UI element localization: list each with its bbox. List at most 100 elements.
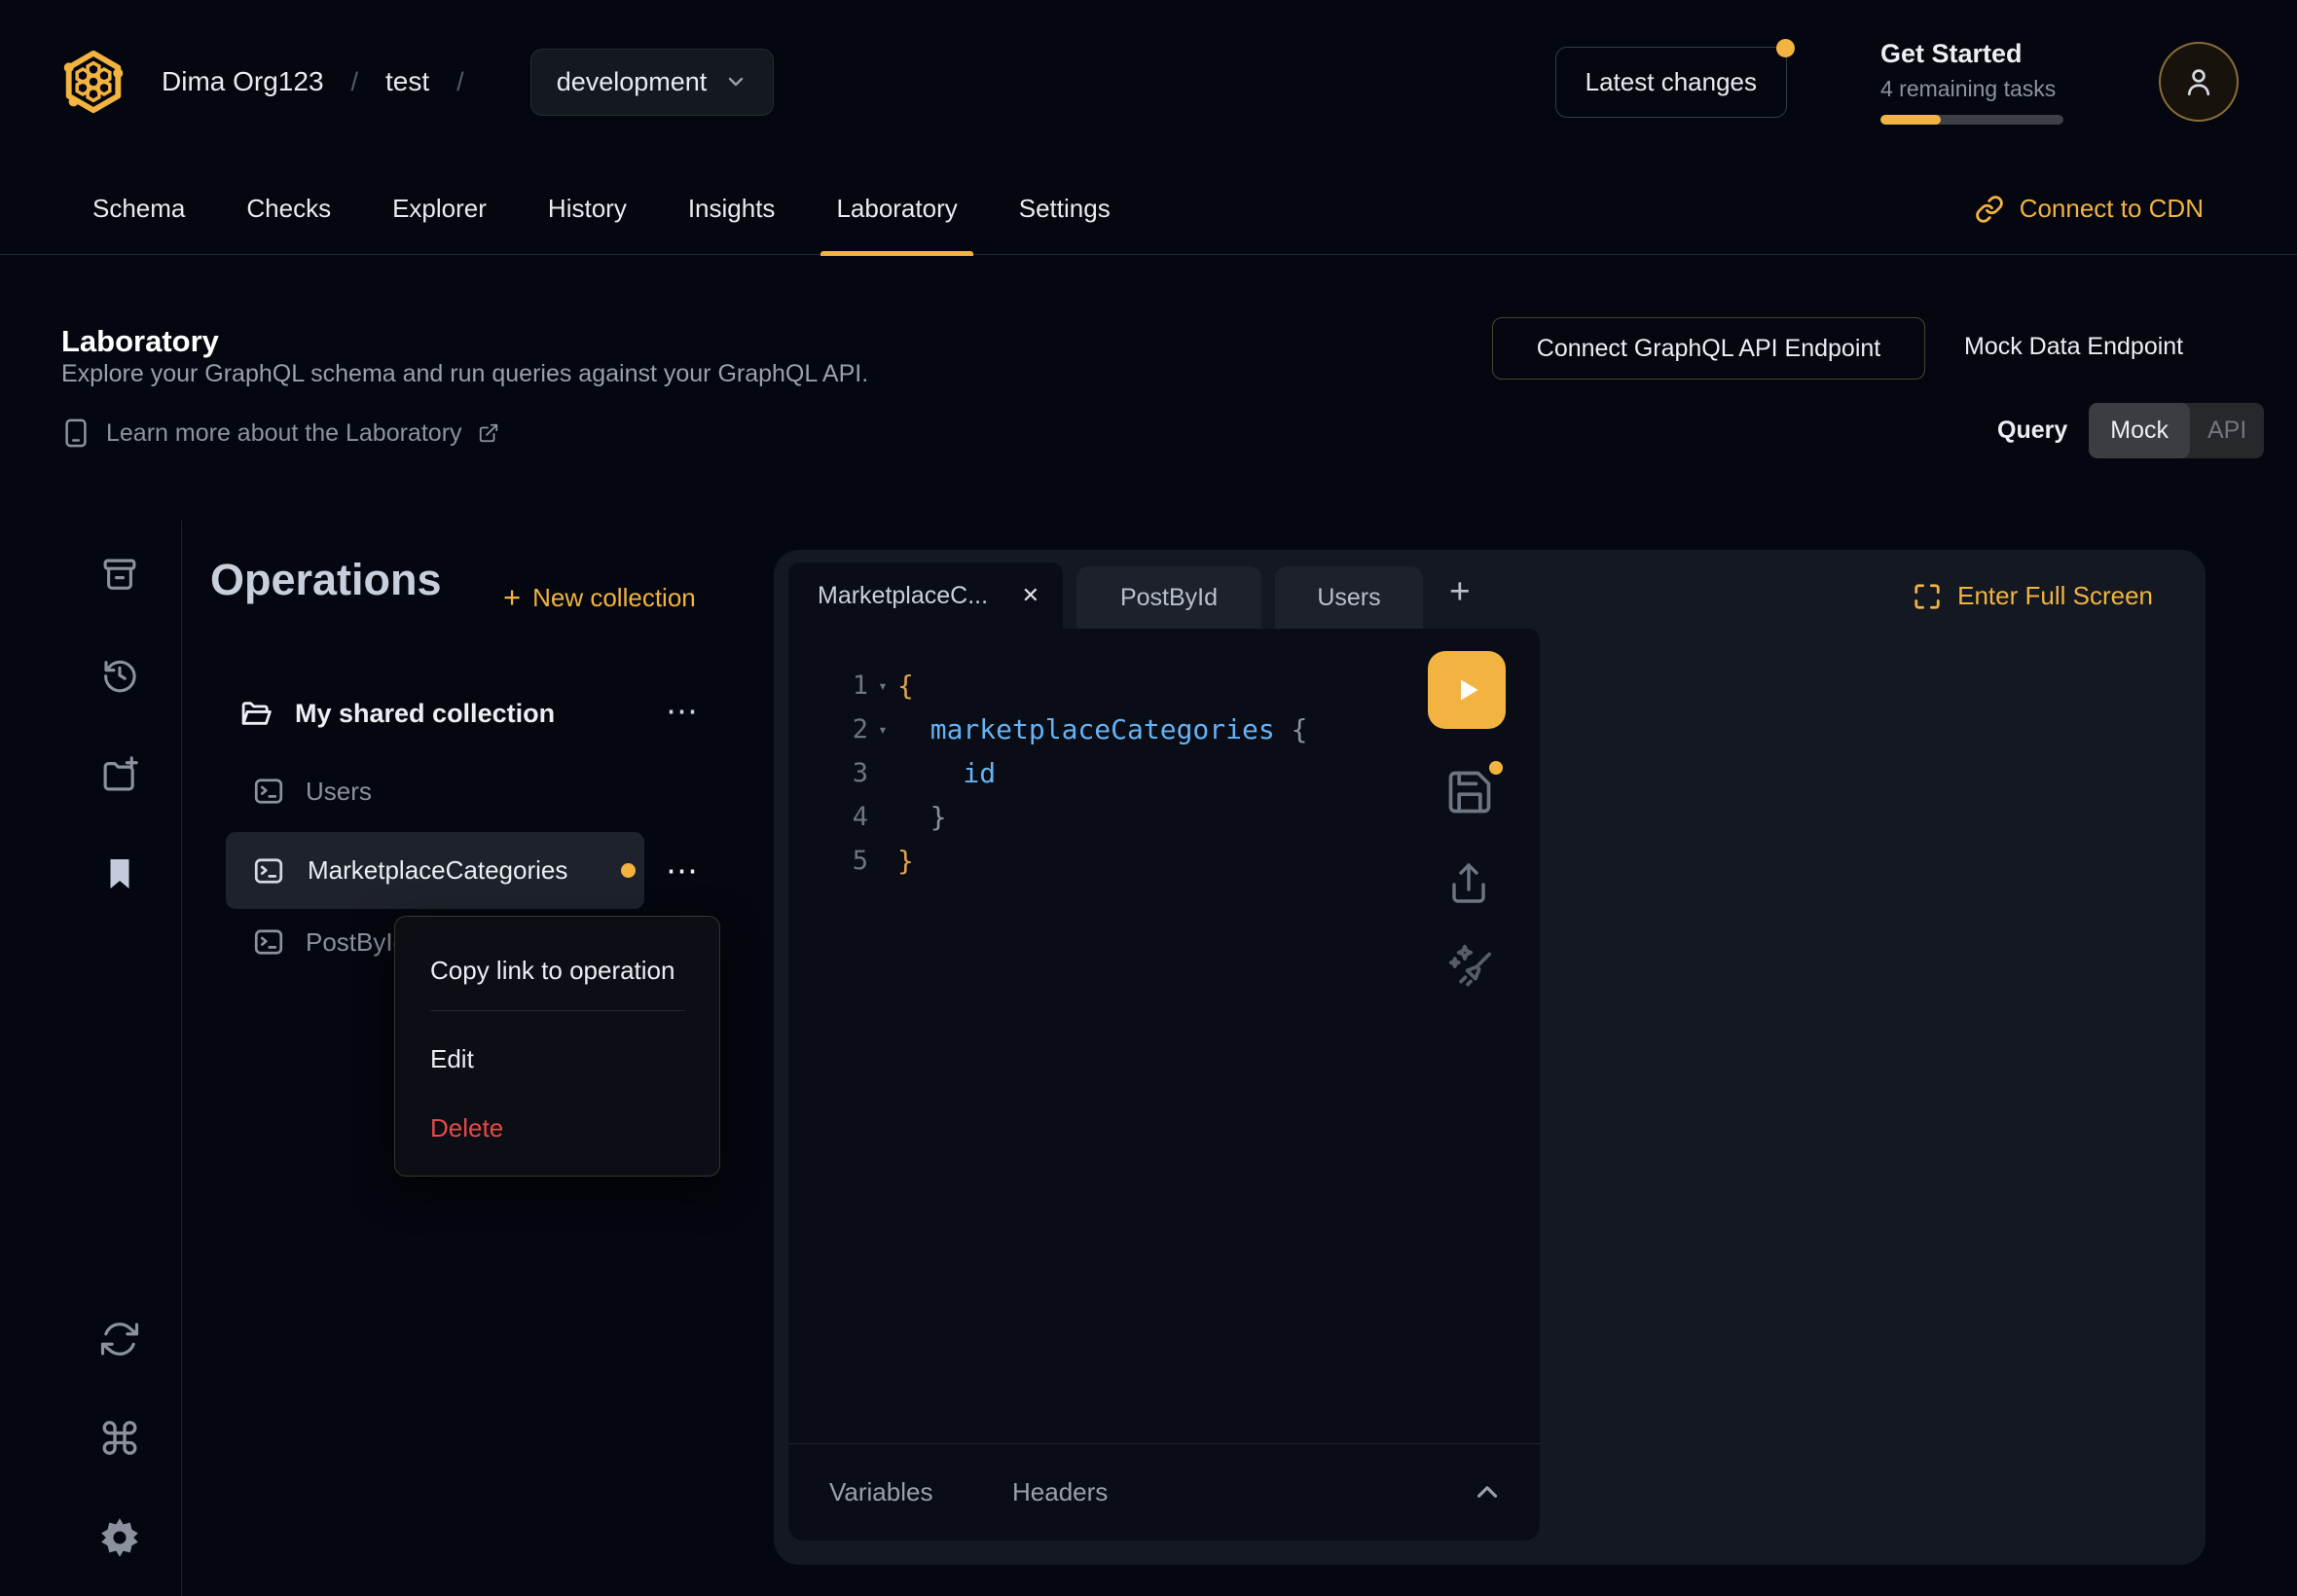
line-number: 5: [802, 846, 868, 876]
folder-plus-icon: [99, 754, 140, 795]
operation-label: MarketplaceCategories: [308, 855, 567, 886]
enter-fullscreen-label: Enter Full Screen: [1957, 581, 2153, 611]
latest-changes-label: Latest changes: [1586, 67, 1757, 96]
learn-more-link[interactable]: Learn more about the Laboratory: [61, 417, 499, 450]
rail-divider: [181, 521, 182, 1596]
refresh-rail-button[interactable]: [98, 1318, 141, 1360]
operation-item-postbyid[interactable]: PostById: [251, 925, 407, 960]
editor-bottom-bar: Variables Headers: [788, 1443, 1540, 1541]
folder-open-icon: [237, 695, 273, 732]
settings-rail-button[interactable]: [98, 1516, 141, 1559]
operation-icon: [251, 853, 286, 889]
bookmarks-rail-button[interactable]: [98, 852, 141, 895]
operation-icon: [251, 925, 286, 960]
user-avatar[interactable]: [2159, 42, 2239, 122]
toggle-option-api[interactable]: API: [2190, 403, 2264, 458]
query-editor[interactable]: 1 ▾ { 2 ▾ marketplaceCategories { 3 id 4: [788, 629, 1540, 1541]
archive-box-icon: [99, 555, 140, 596]
hive-logo-icon[interactable]: [58, 45, 128, 119]
menu-divider: [430, 1010, 685, 1011]
code-line: 1 ▾ {: [802, 664, 1413, 707]
environment-selector-label: development: [557, 67, 708, 97]
person-icon: [2181, 64, 2216, 99]
editor-tab-label: Users: [1317, 584, 1380, 612]
variables-tab[interactable]: Variables: [829, 1477, 932, 1507]
new-collection-button[interactable]: + New collection: [503, 580, 696, 615]
operation-menu-button[interactable]: ⋯: [666, 854, 700, 887]
fold-icon[interactable]: ▾: [868, 720, 897, 739]
unsaved-changes-dot: [621, 863, 636, 878]
tab-settings[interactable]: Settings: [1019, 163, 1111, 255]
line-number: 3: [802, 758, 868, 788]
connect-endpoint-button[interactable]: Connect GraphQL API Endpoint: [1492, 317, 1925, 380]
code-token: }: [897, 845, 914, 877]
chevron-up-icon: [1471, 1475, 1504, 1508]
tab-checks[interactable]: Checks: [246, 163, 331, 255]
broom-sparkle-icon: [1444, 940, 1499, 995]
connect-endpoint-label: Connect GraphQL API Endpoint: [1537, 335, 1880, 363]
new-folder-rail-button[interactable]: [98, 753, 141, 796]
collections-rail-button[interactable]: [98, 554, 141, 597]
line-number: 4: [802, 802, 868, 832]
code-line: 2 ▾ marketplaceCategories {: [802, 707, 1413, 751]
tab-explorer[interactable]: Explorer: [392, 163, 487, 255]
app-screen: Dima Org123 / test / development Latest …: [0, 0, 2297, 1596]
get-started-widget[interactable]: Get Started 4 remaining tasks: [1880, 39, 2063, 125]
close-tab-icon[interactable]: ✕: [1022, 583, 1039, 608]
tab-schema[interactable]: Schema: [92, 163, 185, 255]
menu-item-delete[interactable]: Delete: [430, 1113, 503, 1143]
add-tab-button[interactable]: +: [1449, 571, 1471, 612]
operation-item-marketplacecategories[interactable]: MarketplaceCategories: [226, 832, 644, 909]
breadcrumb-separator: /: [456, 67, 464, 97]
tab-laboratory[interactable]: Laboratory: [836, 163, 957, 255]
fullscreen-icon: [1913, 582, 1942, 611]
menu-item-edit[interactable]: Edit: [430, 1044, 474, 1074]
laboratory-workspace: MarketplaceC... ✕ PostById Users + Enter…: [774, 550, 2206, 1565]
prettify-button[interactable]: [1444, 940, 1499, 995]
code-token: }: [897, 801, 947, 833]
environment-selector[interactable]: development: [530, 49, 775, 116]
history-rail-button[interactable]: [98, 653, 141, 696]
shortcuts-rail-button[interactable]: ⌘: [98, 1418, 141, 1461]
breadcrumb-project[interactable]: test: [385, 66, 429, 97]
play-icon: [1448, 671, 1485, 708]
code-line: 5 }: [802, 839, 1413, 883]
code-line: 4 }: [802, 795, 1413, 839]
run-query-button[interactable]: [1428, 651, 1506, 729]
toggle-option-mock[interactable]: Mock: [2089, 403, 2190, 458]
breadcrumb-org[interactable]: Dima Org123: [162, 66, 324, 97]
editor-tab-users[interactable]: Users: [1275, 566, 1423, 629]
tab-history[interactable]: History: [548, 163, 627, 255]
operation-item-users[interactable]: Users: [251, 774, 372, 809]
editor-tab-marketplacec[interactable]: MarketplaceC... ✕: [788, 562, 1063, 629]
upload-icon: [1445, 860, 1492, 907]
tab-insights[interactable]: Insights: [688, 163, 776, 255]
enter-fullscreen-button[interactable]: Enter Full Screen: [1913, 581, 2153, 611]
share-operation-button[interactable]: [1445, 860, 1492, 907]
get-started-progressbar: [1880, 115, 2063, 125]
connect-to-cdn-link[interactable]: Connect to CDN: [1975, 194, 2204, 224]
collapse-panel-button[interactable]: [1471, 1475, 1504, 1508]
query-label: Query: [1997, 417, 2067, 445]
menu-item-copy-link[interactable]: Copy link to operation: [430, 956, 675, 986]
mock-data-endpoint-link[interactable]: Mock Data Endpoint: [1964, 333, 2183, 361]
operation-label: PostById: [306, 927, 407, 958]
editor-tab-postbyid[interactable]: PostById: [1076, 566, 1261, 629]
latest-changes-button[interactable]: Latest changes: [1555, 47, 1787, 118]
code-token: id: [897, 757, 996, 789]
operations-title: Operations: [210, 555, 442, 605]
collection-header[interactable]: My shared collection: [237, 695, 555, 732]
query-target-row: Query Mock API: [1997, 401, 2264, 459]
editor-tab-label: PostById: [1120, 584, 1218, 612]
learn-more-label: Learn more about the Laboratory: [106, 419, 462, 448]
save-operation-button[interactable]: [1444, 767, 1495, 817]
page-title: Laboratory: [61, 324, 219, 359]
collection-menu-button[interactable]: ⋯: [666, 695, 700, 727]
link-icon: [1975, 195, 2004, 224]
fold-icon[interactable]: ▾: [868, 676, 897, 695]
get-started-progress-fill: [1880, 115, 1941, 125]
headers-tab[interactable]: Headers: [1012, 1477, 1108, 1507]
context-menu: Copy link to operation Edit Delete: [394, 916, 720, 1177]
plus-icon: +: [503, 580, 521, 615]
save-icon: [1444, 767, 1495, 817]
